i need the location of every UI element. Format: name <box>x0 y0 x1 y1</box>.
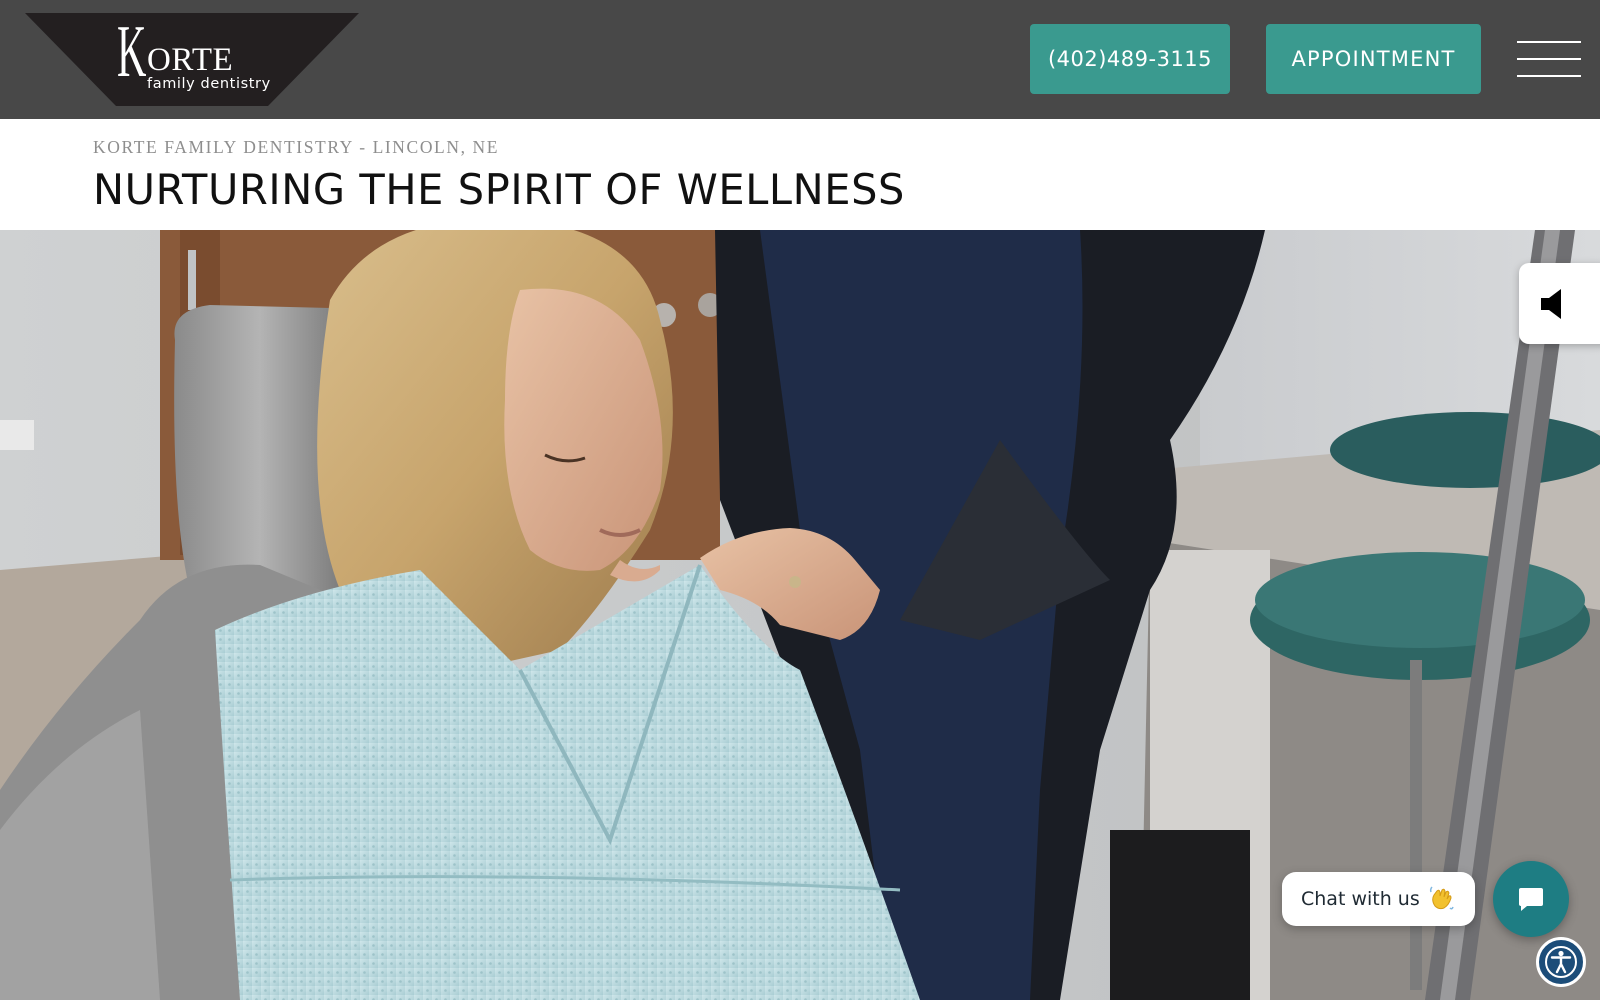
page-title: NURTURING THE SPIRIT OF WELLNESS <box>93 165 905 214</box>
chat-icon <box>1519 888 1543 911</box>
speaker-mute-icon <box>1541 289 1561 319</box>
chat-launcher-button[interactable] <box>1493 861 1569 937</box>
site-logo[interactable]: K ORTE family dentistry <box>25 13 359 106</box>
location-eyebrow: KORTE FAMILY DENTISTRY - LINCOLN, NE <box>93 137 500 157</box>
appointment-button[interactable]: APPOINTMENT <box>1266 24 1481 94</box>
phone-button[interactable]: (402)489-3115 <box>1030 24 1230 94</box>
logo-tagline: family dentistry <box>147 76 271 92</box>
logo-initial: K <box>117 11 147 93</box>
accessibility-icon <box>1545 946 1577 978</box>
chat-prompt-bubble[interactable]: Chat with us <box>1282 872 1475 926</box>
video-mute-button[interactable] <box>1519 263 1600 344</box>
accessibility-button[interactable] <box>1536 937 1586 987</box>
appointment-label: APPOINTMENT <box>1291 47 1456 71</box>
site-header: K ORTE family dentistry (402)489-3115 AP… <box>0 0 1600 119</box>
hamburger-menu-icon[interactable] <box>1517 39 1581 79</box>
menu-line-bottom <box>1517 75 1581 77</box>
page-intro: KORTE FAMILY DENTISTRY - LINCOLN, NE NUR… <box>0 119 1600 230</box>
menu-line-middle <box>1517 58 1581 60</box>
logo-name: ORTE <box>147 42 234 78</box>
phone-label: (402)489-3115 <box>1047 47 1213 71</box>
menu-line-top <box>1517 41 1581 43</box>
chat-prompt-label: Chat with us <box>1301 888 1420 910</box>
waving-hand-icon <box>1429 886 1454 910</box>
